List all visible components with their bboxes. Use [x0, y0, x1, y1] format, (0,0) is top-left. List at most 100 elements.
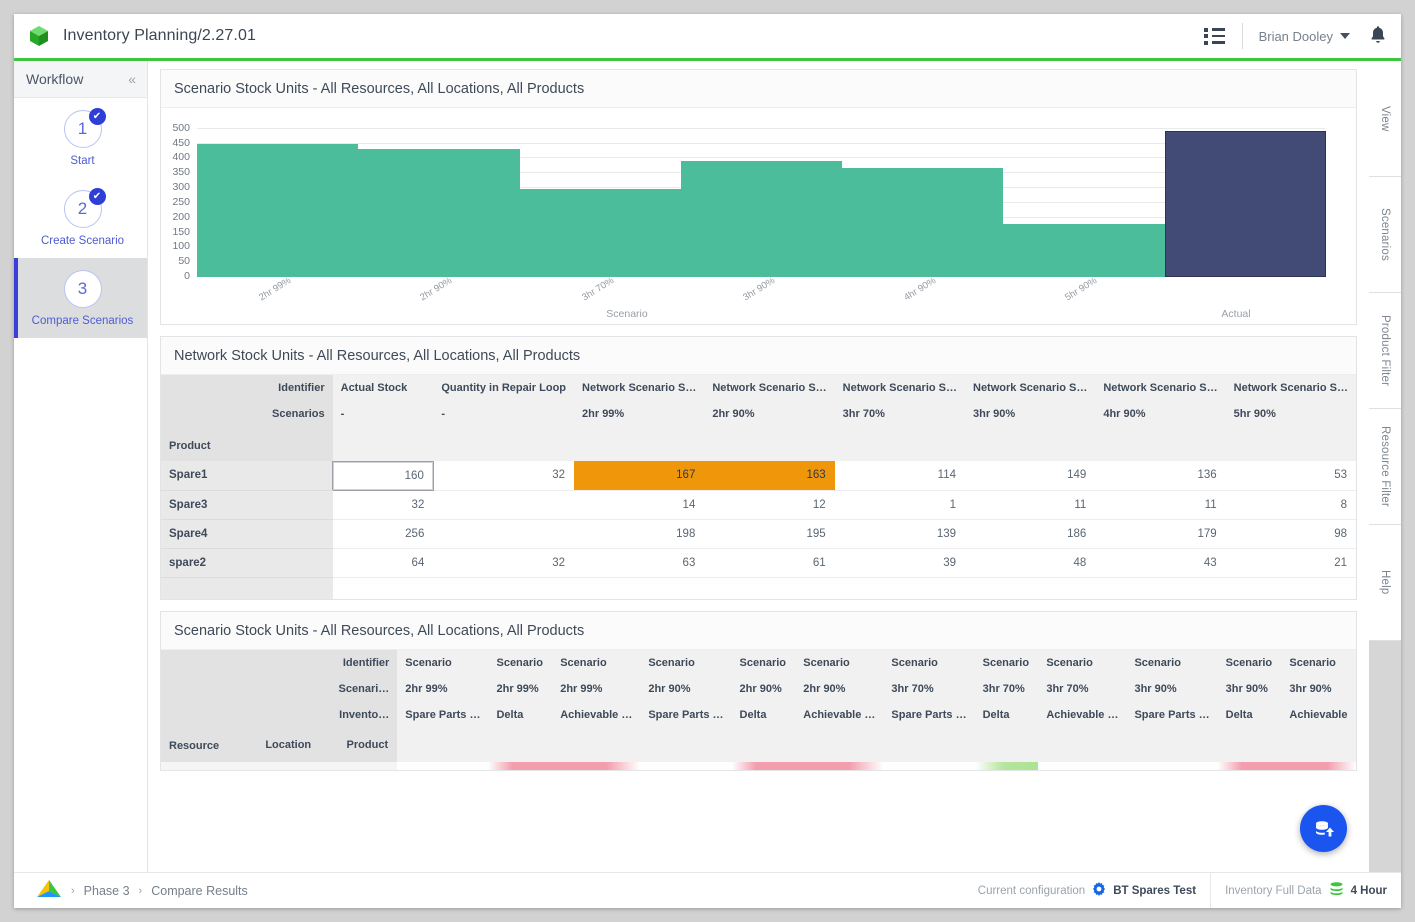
- scenario-column-identifier-6[interactable]: Scenario: [883, 650, 975, 676]
- rail-tab-view[interactable]: View: [1369, 61, 1401, 177]
- network-cell[interactable]: 179: [1095, 519, 1226, 549]
- network-cell[interactable]: 32: [332, 490, 434, 520]
- scenario-column-identifier-5[interactable]: Scenario: [795, 650, 884, 676]
- rail-tab-scenarios[interactable]: Scenarios: [1369, 177, 1401, 293]
- network-cell[interactable]: 8: [1225, 490, 1356, 520]
- table-row[interactable]: spare2 64 32 63 61 39 48 43 21: [161, 548, 1356, 578]
- workflow-step-create-scenario[interactable]: 2 ✔ Create Scenario: [14, 178, 147, 258]
- breadcrumb-item-phase[interactable]: Phase 3: [84, 884, 130, 898]
- scenario-cell[interactable]: [1281, 762, 1356, 770]
- network-column-header-0[interactable]: Actual Stock: [332, 375, 434, 401]
- network-cell[interactable]: 64: [332, 548, 434, 578]
- scenario-column-identifier-3[interactable]: Scenario: [640, 650, 732, 676]
- scenario-column-identifier-7[interactable]: Scenario: [974, 650, 1039, 676]
- table-row[interactable]: Belfast SPBelfast SPSpare410-27410-27480…: [161, 762, 1356, 770]
- scenario-cell[interactable]: -2: [731, 762, 796, 770]
- scenario-column-identifier-8[interactable]: Scenario: [1038, 650, 1127, 676]
- network-cell[interactable]: 98: [1225, 519, 1356, 549]
- scenario-cell[interactable]: 74: [1038, 762, 1127, 770]
- data-value: 4 Hour: [1350, 884, 1387, 897]
- scenario-cell[interactable]: 0: [974, 762, 1039, 770]
- network-cell[interactable]: [433, 490, 575, 520]
- scenario-cell[interactable]: 10: [1126, 762, 1218, 770]
- network-cell[interactable]: 14: [574, 490, 705, 520]
- scenario-cell[interactable]: 74: [795, 762, 884, 770]
- chart-bar-3hr-90-[interactable]: [680, 161, 843, 277]
- network-cell[interactable]: 32: [433, 461, 575, 491]
- network-cell[interactable]: 11: [965, 490, 1096, 520]
- scenario-cell[interactable]: 10: [640, 762, 732, 770]
- scenario-column-identifier-2[interactable]: Scenario: [552, 650, 641, 676]
- chart-bar-5hr-90-[interactable]: [1003, 223, 1165, 277]
- chart-bar-2hr-99-[interactable]: [197, 143, 359, 277]
- network-table-scroll[interactable]: Identifier Actual Stock Quantity in Repair…: [161, 375, 1356, 599]
- rail-tab-product-filter[interactable]: Product Filter: [1369, 293, 1401, 409]
- network-column-header-5[interactable]: Network Scenario S…: [965, 375, 1096, 401]
- network-cell[interactable]: 149: [965, 461, 1096, 491]
- scenario-column-identifier-9[interactable]: Scenario: [1126, 650, 1218, 676]
- network-cell[interactable]: 21: [1225, 548, 1356, 578]
- scenario-cell[interactable]: 10: [397, 762, 489, 770]
- database-upload-icon[interactable]: [1300, 805, 1347, 852]
- rail-tab-help[interactable]: Help: [1369, 525, 1401, 641]
- network-cell[interactable]: 114: [834, 461, 965, 491]
- network-cell[interactable]: [433, 519, 575, 549]
- network-cell[interactable]: 61: [704, 548, 835, 578]
- network-column-header-2[interactable]: Network Scenario S…: [574, 375, 705, 401]
- scenario-cell[interactable]: 74: [552, 762, 641, 770]
- workflow-step-start[interactable]: 1 ✔ Start: [14, 98, 147, 178]
- network-cell[interactable]: 195: [704, 519, 835, 549]
- network-column-header-1[interactable]: Quantity in Repair Loop: [433, 375, 575, 401]
- scenario-cell[interactable]: -2: [488, 762, 553, 770]
- chart-bar-2hr-90-[interactable]: [358, 149, 520, 277]
- network-column-header-6[interactable]: Network Scenario S…: [1095, 375, 1226, 401]
- list-view-icon[interactable]: [1203, 27, 1226, 45]
- network-column-scenario-1: -: [433, 401, 575, 427]
- breadcrumb-item-page[interactable]: Compare Results: [151, 884, 248, 898]
- chart-bar-4hr-90-[interactable]: [842, 168, 1004, 277]
- network-cell[interactable]: 136: [1095, 461, 1226, 491]
- network-cell[interactable]: 11: [1095, 490, 1226, 520]
- network-cell[interactable]: 256: [332, 519, 434, 549]
- network-cell[interactable]: 186: [965, 519, 1096, 549]
- network-cell[interactable]: 1: [834, 490, 965, 520]
- scenario-column-identifier-0[interactable]: Scenario: [397, 650, 489, 676]
- current-configuration-status[interactable]: Current configuration BT Spares Test: [964, 873, 1210, 908]
- network-column-header-7[interactable]: Network Scenario S…: [1225, 375, 1356, 401]
- inventory-data-status[interactable]: Inventory Full Data 4 Hour: [1210, 873, 1401, 908]
- network-cell[interactable]: 43: [1095, 548, 1226, 578]
- chart-bar-cell: [842, 117, 1004, 277]
- network-cell[interactable]: 167: [574, 461, 705, 491]
- network-cell[interactable]: 12: [704, 490, 835, 520]
- network-cell[interactable]: 32: [433, 548, 575, 578]
- network-header-blank-1: [433, 427, 575, 461]
- network-cell[interactable]: 163: [704, 461, 835, 491]
- scenario-column-identifier-1[interactable]: Scenario: [488, 650, 553, 676]
- network-cell[interactable]: 48: [965, 548, 1096, 578]
- scenario-cell[interactable]: 8: [883, 762, 975, 770]
- network-column-header-3[interactable]: Network Scenario S…: [704, 375, 835, 401]
- network-cell[interactable]: 198: [574, 519, 705, 549]
- scenario-column-identifier-10[interactable]: Scenario: [1217, 650, 1282, 676]
- user-menu[interactable]: Brian Dooley: [1259, 29, 1350, 44]
- notification-bell-icon[interactable]: [1369, 25, 1387, 47]
- rail-tab-resource-filter[interactable]: Resource Filter: [1369, 409, 1401, 525]
- network-cell[interactable]: 139: [834, 519, 965, 549]
- scenario-table-scroll[interactable]: Identifier Scenario Scenario Scenario Scenar…: [161, 650, 1356, 770]
- collapse-sidebar-button[interactable]: «: [128, 71, 136, 87]
- chart-bar-3hr-70-[interactable]: [519, 189, 681, 277]
- app-title: Inventory Planning/2.27.01: [63, 27, 256, 44]
- network-cell[interactable]: 160: [332, 460, 434, 491]
- scenario-cell[interactable]: -2: [1217, 762, 1282, 770]
- table-row[interactable]: Spare1 160 32 167 163 114 149 136 53: [161, 460, 1356, 491]
- chart-bar-actual[interactable]: [1164, 131, 1326, 277]
- network-column-header-4[interactable]: Network Scenario S…: [834, 375, 965, 401]
- workflow-step-compare-scenarios[interactable]: 3 Compare Scenarios: [14, 258, 147, 338]
- network-cell[interactable]: 39: [834, 548, 965, 578]
- scenario-column-identifier-4[interactable]: Scenario: [731, 650, 796, 676]
- table-row[interactable]: Spare4 256 198 195 139 186 179 98: [161, 519, 1356, 549]
- table-row[interactable]: Spare3 32 14 12 1 11 11 8: [161, 490, 1356, 520]
- scenario-column-identifier-11[interactable]: Scenario: [1281, 650, 1356, 676]
- network-cell[interactable]: 63: [574, 548, 705, 578]
- network-cell[interactable]: 53: [1225, 461, 1356, 491]
